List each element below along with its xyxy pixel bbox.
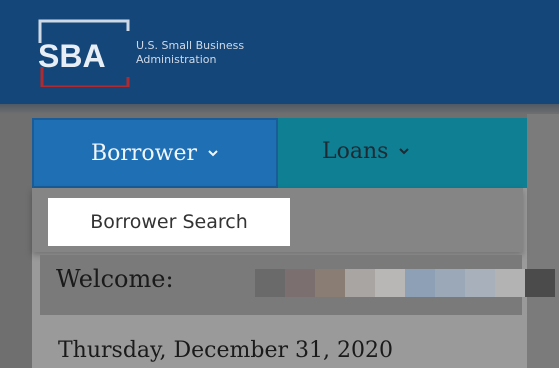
redacted-block: [525, 269, 555, 297]
nav-loans-label: Loans: [322, 138, 389, 164]
right-gutter: [527, 114, 559, 368]
redacted-block: [255, 269, 285, 297]
chevron-down-icon: [208, 150, 218, 157]
redacted-block: [225, 269, 255, 297]
redacted-block: [465, 269, 495, 297]
organization-name: U.S. Small Business Administration: [136, 39, 245, 66]
site-header: SBA U.S. Small Business Administration: [0, 0, 559, 104]
redacted-block: [315, 269, 345, 297]
redacted-block: [495, 269, 525, 297]
redacted-block: [405, 269, 435, 297]
header-shadow: [0, 104, 559, 114]
menu-item-borrower-search[interactable]: Borrower Search: [48, 198, 290, 246]
redacted-block: [345, 269, 375, 297]
borrower-dropdown-menu: Borrower Search: [32, 188, 523, 252]
redacted-block: [435, 269, 465, 297]
main-nav: Borrower Loans: [32, 118, 527, 188]
redacted-block: [375, 269, 405, 297]
logo-letters: SBA: [38, 38, 106, 74]
redacted-username: [225, 269, 555, 297]
nav-borrower[interactable]: Borrower: [32, 118, 278, 188]
chevron-down-icon: [399, 148, 410, 155]
redacted-block: [285, 269, 315, 297]
nav-borrower-label: Borrower: [90, 140, 198, 166]
welcome-box: Welcome:: [40, 255, 555, 315]
current-date: Thursday, December 31, 2020: [58, 338, 393, 363]
welcome-label: Welcome:: [56, 265, 174, 293]
sba-logo-icon[interactable]: SBA: [36, 17, 146, 87]
nav-loans[interactable]: Loans: [322, 118, 462, 184]
